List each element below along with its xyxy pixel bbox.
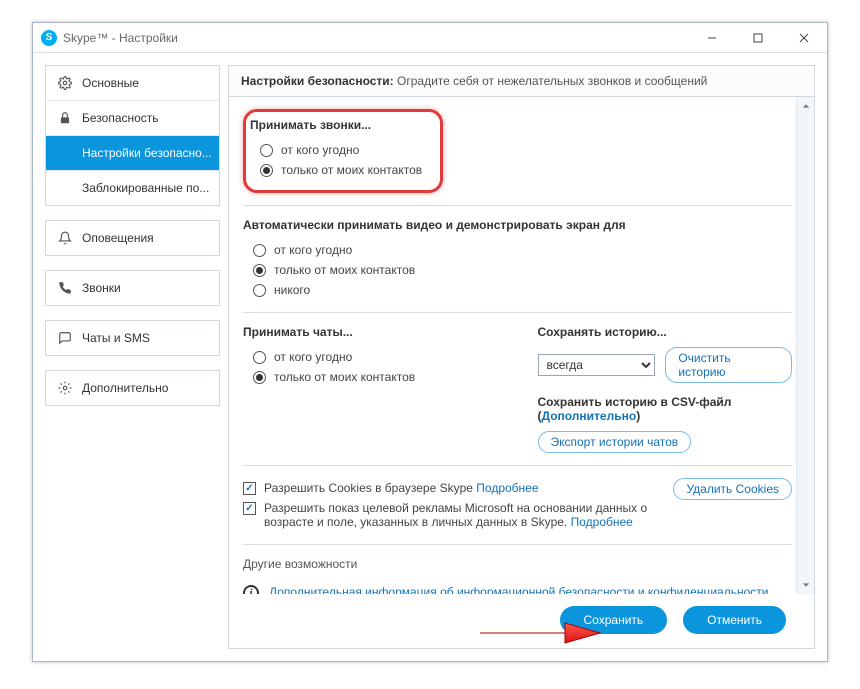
phone-icon — [58, 281, 72, 295]
video-allow-anyone[interactable]: от кого угодно — [243, 240, 792, 260]
chats-allow-title: Принимать чаты... — [243, 325, 498, 339]
sidebar-label: Безопасность — [82, 111, 159, 125]
history-duration-select[interactable]: всегда — [538, 354, 656, 376]
scroll-track[interactable] — [797, 115, 814, 576]
content-pane: Настройки безопасности: Оградите себя от… — [228, 65, 815, 649]
sidebar: Основные Безопасность Настройки безопасн… — [45, 65, 220, 649]
content-header-subtitle: Оградите себя от нежелательных звонков и… — [397, 74, 707, 88]
calls-allow-anyone[interactable]: от кого угодно — [250, 140, 430, 160]
lock-icon — [58, 111, 72, 125]
privacy-info-link[interactable]: Дополнительная информация об информацион… — [269, 585, 792, 594]
chats-allow-contacts[interactable]: только от моих контактов — [243, 367, 498, 387]
checkbox-icon — [243, 482, 256, 495]
radio-label: только от моих контактов — [274, 263, 415, 277]
calls-allow-title: Принимать звонки... — [250, 118, 430, 132]
gear-icon — [58, 76, 72, 90]
video-allow-contacts[interactable]: только от моих контактов — [243, 260, 792, 280]
ads-details-link[interactable]: Подробнее — [571, 515, 633, 529]
sidebar-item-notifications[interactable]: Оповещения — [46, 221, 219, 255]
sidebar-item-advanced[interactable]: Дополнительно — [46, 371, 219, 405]
scroll-up-button[interactable] — [797, 97, 814, 115]
cancel-button[interactable]: Отменить — [683, 606, 786, 634]
bell-icon — [58, 231, 72, 245]
radio-icon — [260, 164, 273, 177]
allow-cookies-label: Разрешить Cookies в браузере Skype — [264, 481, 476, 495]
minimize-button[interactable] — [689, 23, 735, 53]
chats-allow-anyone[interactable]: от кого угодно — [243, 347, 498, 367]
calls-allow-highlight: Принимать звонки... от кого угодно тольк… — [243, 109, 443, 193]
gear-icon — [58, 381, 72, 395]
scrollbar[interactable] — [796, 97, 814, 594]
sidebar-item-general[interactable]: Основные — [46, 66, 219, 101]
footer: Сохранить Отменить — [229, 594, 814, 648]
clear-history-button[interactable]: Очистить историю — [665, 347, 792, 383]
history-csv-link[interactable]: Дополнительно — [542, 409, 637, 423]
radio-icon — [253, 244, 266, 257]
sidebar-label: Заблокированные по... — [82, 181, 209, 195]
allow-ads-checkbox-row[interactable]: Разрешить показ целевой рекламы Microsof… — [243, 498, 661, 532]
sidebar-label: Дополнительно — [82, 381, 168, 395]
content-header: Настройки безопасности: Оградите себя от… — [229, 66, 814, 97]
video-allow-title: Автоматически принимать видео и демонстр… — [243, 218, 792, 232]
scroll-down-button[interactable] — [797, 576, 814, 594]
chat-icon — [58, 331, 72, 345]
save-button[interactable]: Сохранить — [560, 606, 668, 634]
sidebar-label: Оповещения — [82, 231, 154, 245]
sidebar-label: Настройки безопасно... — [82, 146, 212, 160]
delete-cookies-button[interactable]: Удалить Cookies — [673, 478, 792, 500]
sidebar-label: Основные — [82, 76, 139, 90]
sidebar-item-security-settings[interactable]: Настройки безопасно... — [46, 136, 219, 171]
history-csv-close: ) — [636, 409, 640, 423]
radio-icon — [253, 371, 266, 384]
radio-icon — [253, 351, 266, 364]
history-title: Сохранять историю... — [538, 325, 793, 339]
settings-window: S Skype™ - Настройки — [32, 22, 828, 662]
radio-icon — [253, 284, 266, 297]
radio-label: от кого угодно — [274, 350, 352, 364]
calls-allow-contacts[interactable]: только от моих контактов — [250, 160, 430, 180]
cookies-details-link[interactable]: Подробнее — [476, 481, 538, 495]
sidebar-label: Звонки — [82, 281, 121, 295]
window-title: Skype™ - Настройки — [63, 31, 178, 45]
allow-cookies-checkbox-row[interactable]: Разрешить Cookies в браузере Skype Подро… — [243, 478, 661, 498]
maximize-button[interactable] — [735, 23, 781, 53]
content-header-title: Настройки безопасности: — [241, 74, 394, 88]
radio-label: только от моих контактов — [274, 370, 415, 384]
info-icon: i — [243, 585, 259, 594]
checkbox-icon — [243, 502, 256, 515]
sidebar-label: Чаты и SMS — [82, 331, 150, 345]
sidebar-item-security[interactable]: Безопасность — [46, 101, 219, 136]
radio-label: от кого угодно — [274, 243, 352, 257]
radio-label: от кого угодно — [281, 143, 359, 157]
radio-label: только от моих контактов — [281, 163, 422, 177]
close-button[interactable] — [781, 23, 827, 53]
sidebar-item-blocked[interactable]: Заблокированные по... — [46, 171, 219, 205]
radio-icon — [260, 144, 273, 157]
sidebar-item-calls[interactable]: Звонки — [46, 271, 219, 305]
export-history-button[interactable]: Экспорт истории чатов — [538, 431, 692, 453]
radio-icon — [253, 264, 266, 277]
other-title: Другие возможности — [243, 557, 792, 571]
sidebar-item-chats-sms[interactable]: Чаты и SMS — [46, 321, 219, 355]
titlebar: S Skype™ - Настройки — [33, 23, 827, 53]
radio-label: никого — [274, 283, 310, 297]
skype-logo-icon: S — [41, 30, 57, 46]
video-allow-nobody[interactable]: никого — [243, 280, 792, 300]
